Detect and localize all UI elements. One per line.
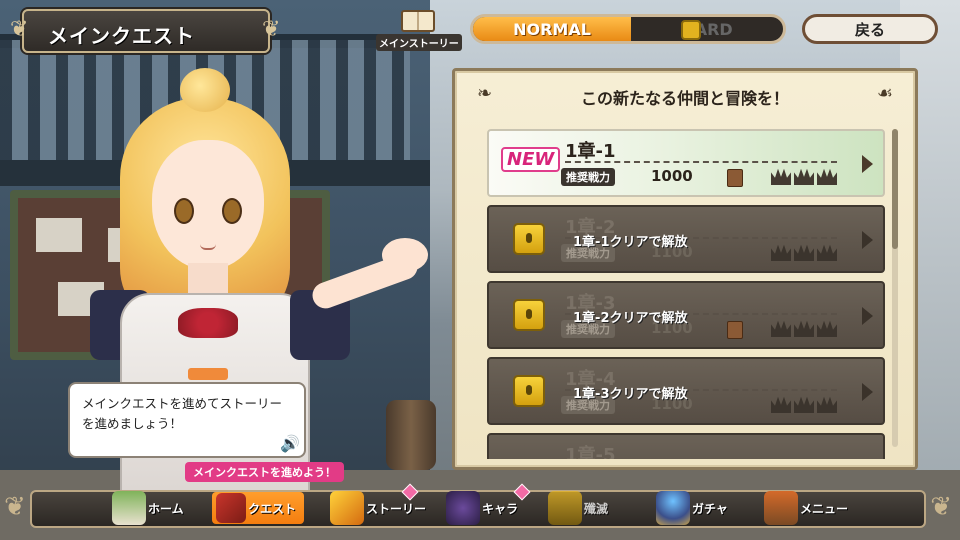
quest-row[interactable]: 1章-3 推奨戦力 1100 1章-2クリアで解放	[487, 281, 885, 349]
crown-icon	[794, 244, 814, 261]
lock-icon	[513, 375, 545, 407]
crown-icon	[771, 396, 791, 413]
scrollbar-thumb[interactable]	[892, 129, 898, 249]
new-badge: NEW	[501, 147, 561, 172]
crown-icon	[771, 320, 791, 337]
main-story-button[interactable]: メインストーリー	[376, 10, 462, 51]
crown-icon	[817, 396, 837, 413]
book-icon	[401, 10, 435, 32]
nav-menu-label: メニュー	[800, 501, 849, 516]
ornament-left-icon: ❧	[477, 83, 493, 104]
notice-paper	[36, 218, 82, 252]
crown-icon	[817, 320, 837, 337]
speech-text: メインクエストを進めてストーリーを進めましょう！	[82, 396, 283, 431]
character-hair-bun	[180, 68, 230, 112]
quest-chapter: 1章-5	[565, 445, 616, 459]
back-button[interactable]: 戻る	[802, 14, 938, 44]
crown-rating	[771, 319, 837, 337]
main-story-label: メインストーリー	[376, 34, 462, 51]
difficulty-normal-option[interactable]: NORMAL	[473, 17, 631, 41]
ornament-left-icon: ❦	[10, 17, 29, 42]
lock-icon	[513, 299, 545, 331]
arrow-right-icon	[862, 383, 873, 401]
nav-chara[interactable]: キャラ	[446, 483, 531, 525]
ornament-right-icon: ☙	[876, 83, 893, 104]
speaker-icon[interactable]: 🔊	[280, 434, 300, 453]
speech-bubble[interactable]: メインクエストを進めてストーリーを進めましょう！ 🔊	[68, 382, 306, 458]
cat-icon	[446, 491, 480, 525]
notification-badge	[401, 483, 419, 501]
arrow-right-icon	[862, 307, 873, 325]
crown-icon	[794, 320, 814, 337]
character-hand	[382, 238, 428, 272]
crown-icon	[817, 168, 837, 185]
crystal-orb-icon	[656, 491, 690, 525]
nav-menu[interactable]: メニュー	[764, 491, 849, 525]
crown-icon	[794, 396, 814, 413]
quest-panel: ❧ この新たなる仲間と冒険を！ ☙ NEW 1章-1 推奨戦力 1000 1章-…	[452, 68, 918, 470]
character-eye	[222, 198, 242, 224]
nav-story[interactable]: ストーリー	[330, 483, 427, 525]
quest-row[interactable]: 1章-5	[487, 433, 885, 459]
divider	[565, 161, 837, 163]
recommended-power-label: 推奨戦力	[561, 168, 615, 186]
arrow-right-icon	[862, 155, 873, 173]
crown-icon	[771, 168, 791, 185]
nav-story-label: ストーリー	[366, 501, 427, 516]
quest-list-scrollbar[interactable]	[892, 129, 898, 447]
unlock-condition: 1章-2クリアで解放	[573, 311, 688, 326]
character-face	[152, 140, 264, 270]
sword-shield-icon	[216, 493, 246, 523]
ornament-left-icon: ❦	[4, 492, 26, 522]
ornament-right-icon: ❦	[930, 492, 952, 522]
character-eye	[174, 198, 194, 224]
character-bow	[178, 308, 238, 338]
quest-tip-label: メインクエストを進めよう！	[185, 462, 344, 482]
recommended-power-value: 1000	[651, 167, 693, 185]
crown-icon	[817, 244, 837, 261]
quest-row[interactable]: 1章-4 推奨戦力 1100 1章-3クリアで解放	[487, 357, 885, 425]
nav-home-label: ホーム	[148, 501, 184, 516]
nav-subjugation-label: 殲滅	[584, 501, 609, 516]
arrow-right-icon	[862, 231, 873, 249]
crown-rating	[771, 243, 837, 261]
crown-icon	[794, 168, 814, 185]
home-icon	[112, 491, 146, 525]
quest-row[interactable]: NEW 1章-1 推奨戦力 1000	[487, 129, 885, 197]
crown-rating	[771, 395, 837, 413]
book-icon	[727, 321, 743, 339]
signboard-icon	[764, 491, 798, 525]
book-icon	[727, 169, 743, 187]
nav-gacha-label: ガチャ	[692, 501, 728, 516]
lock-icon	[513, 223, 545, 255]
crown-rating	[771, 167, 837, 185]
difficulty-hard-option[interactable]: HARD	[631, 17, 783, 41]
character-mouth	[200, 244, 216, 250]
lock-icon	[548, 491, 582, 525]
ornament-right-icon: ❦	[262, 17, 281, 42]
panel-heading-wrap: ❧ この新たなる仲間と冒険を！ ☙	[455, 83, 915, 109]
difficulty-toggle[interactable]: NORMAL HARD	[470, 14, 786, 44]
quest-chapter: 1章-1	[565, 141, 616, 162]
unlock-condition: 1章-1クリアで解放	[573, 235, 688, 250]
page-title-plate: ❦ メインクエスト ❦	[10, 9, 280, 53]
nav-home[interactable]: ホーム	[112, 491, 184, 525]
nav-subjugation[interactable]: 殲滅	[548, 491, 609, 525]
quest-row[interactable]: 1章-2 推奨戦力 1100 1章-1クリアで解放	[487, 205, 885, 273]
nav-quest-label: クエスト	[248, 501, 297, 516]
page-title: メインクエスト	[48, 24, 195, 48]
character-strap	[188, 368, 228, 380]
nav-gacha[interactable]: ガチャ	[656, 491, 728, 525]
panel-heading: この新たなる仲間と冒険を！	[580, 89, 789, 108]
nav-chara-label: キャラ	[482, 501, 519, 516]
crown-icon	[771, 244, 791, 261]
quill-icon	[330, 491, 364, 525]
unlock-condition: 1章-3クリアで解放	[573, 387, 688, 402]
bottom-navigation: ❦ ❦ ホーム クエスト ストーリー キャラ 殲滅 ガチャ メニュー	[0, 483, 960, 532]
lock-icon	[681, 20, 701, 40]
nav-quest[interactable]: クエスト	[212, 492, 305, 524]
quest-list: NEW 1章-1 推奨戦力 1000 1章-2 推奨戦力 1100 1章-1クリ…	[487, 129, 885, 459]
